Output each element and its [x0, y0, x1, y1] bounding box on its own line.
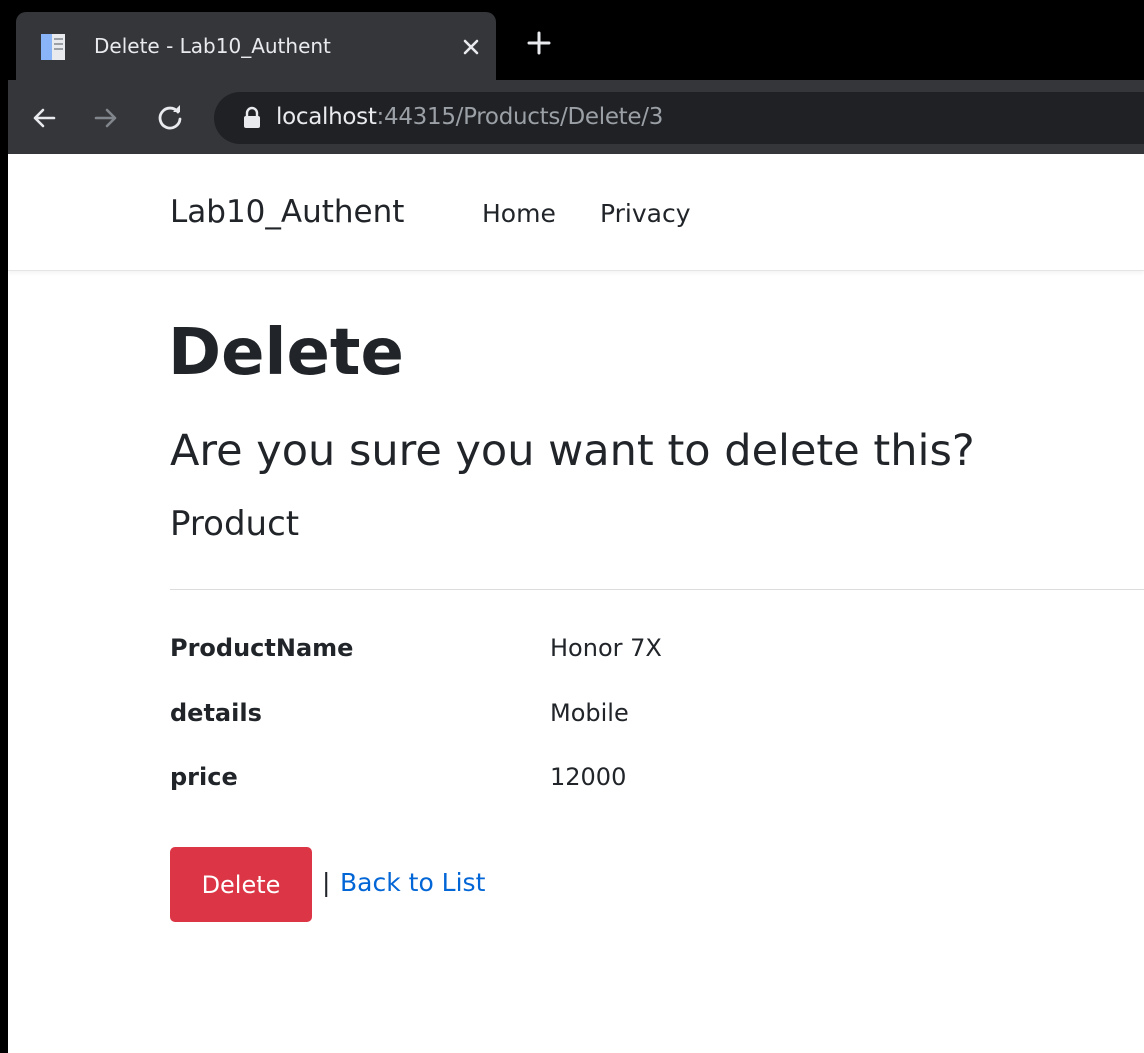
document-icon [41, 34, 65, 60]
confirm-question: Are you sure you want to delete this? [170, 426, 975, 476]
nav-link-home[interactable]: Home [482, 199, 556, 228]
url-path: :44315/Products/Delete/3 [376, 104, 664, 130]
field-value-price: 12000 [550, 763, 627, 791]
url-host: localhost [276, 104, 377, 130]
address-bar[interactable]: localhost:44315/Products/Delete/3 [214, 92, 1144, 144]
field-label-details: details [170, 699, 262, 727]
entity-heading: Product [170, 504, 300, 544]
window-left-edge [0, 0, 8, 1053]
link-separator: | [322, 868, 331, 897]
reload-icon[interactable] [154, 102, 186, 134]
close-icon[interactable] [456, 32, 486, 62]
browser-window: Delete - Lab10_Authent localhost:44315/P… [8, 0, 1144, 1053]
tab-strip: Delete - Lab10_Authent [8, 0, 1144, 80]
delete-button[interactable]: Delete [170, 847, 312, 922]
url-text: localhost:44315/Products/Delete/3 [276, 104, 663, 130]
forward-arrow-icon[interactable] [90, 102, 122, 134]
nav-link-privacy[interactable]: Privacy [600, 199, 691, 228]
page-title: Delete [168, 316, 404, 390]
field-label-productname: ProductName [170, 634, 354, 662]
tab-title: Delete - Lab10_Authent [94, 34, 331, 58]
browser-tab[interactable]: Delete - Lab10_Authent [16, 12, 496, 80]
navbar-brand[interactable]: Lab10_Authent [170, 194, 404, 230]
lock-icon [244, 106, 260, 128]
divider [170, 589, 1144, 590]
field-label-price: price [170, 763, 238, 791]
field-value-details: Mobile [550, 699, 629, 727]
plus-icon[interactable] [524, 28, 554, 58]
back-arrow-icon[interactable] [28, 102, 60, 134]
back-to-list-link[interactable]: Back to List [340, 868, 485, 897]
browser-toolbar: localhost:44315/Products/Delete/3 [8, 80, 1144, 154]
web-page: Lab10_Authent Home Privacy Delete Are yo… [8, 154, 1144, 1053]
site-navbar: Lab10_Authent Home Privacy [8, 154, 1144, 271]
field-value-productname: Honor 7X [550, 634, 662, 662]
